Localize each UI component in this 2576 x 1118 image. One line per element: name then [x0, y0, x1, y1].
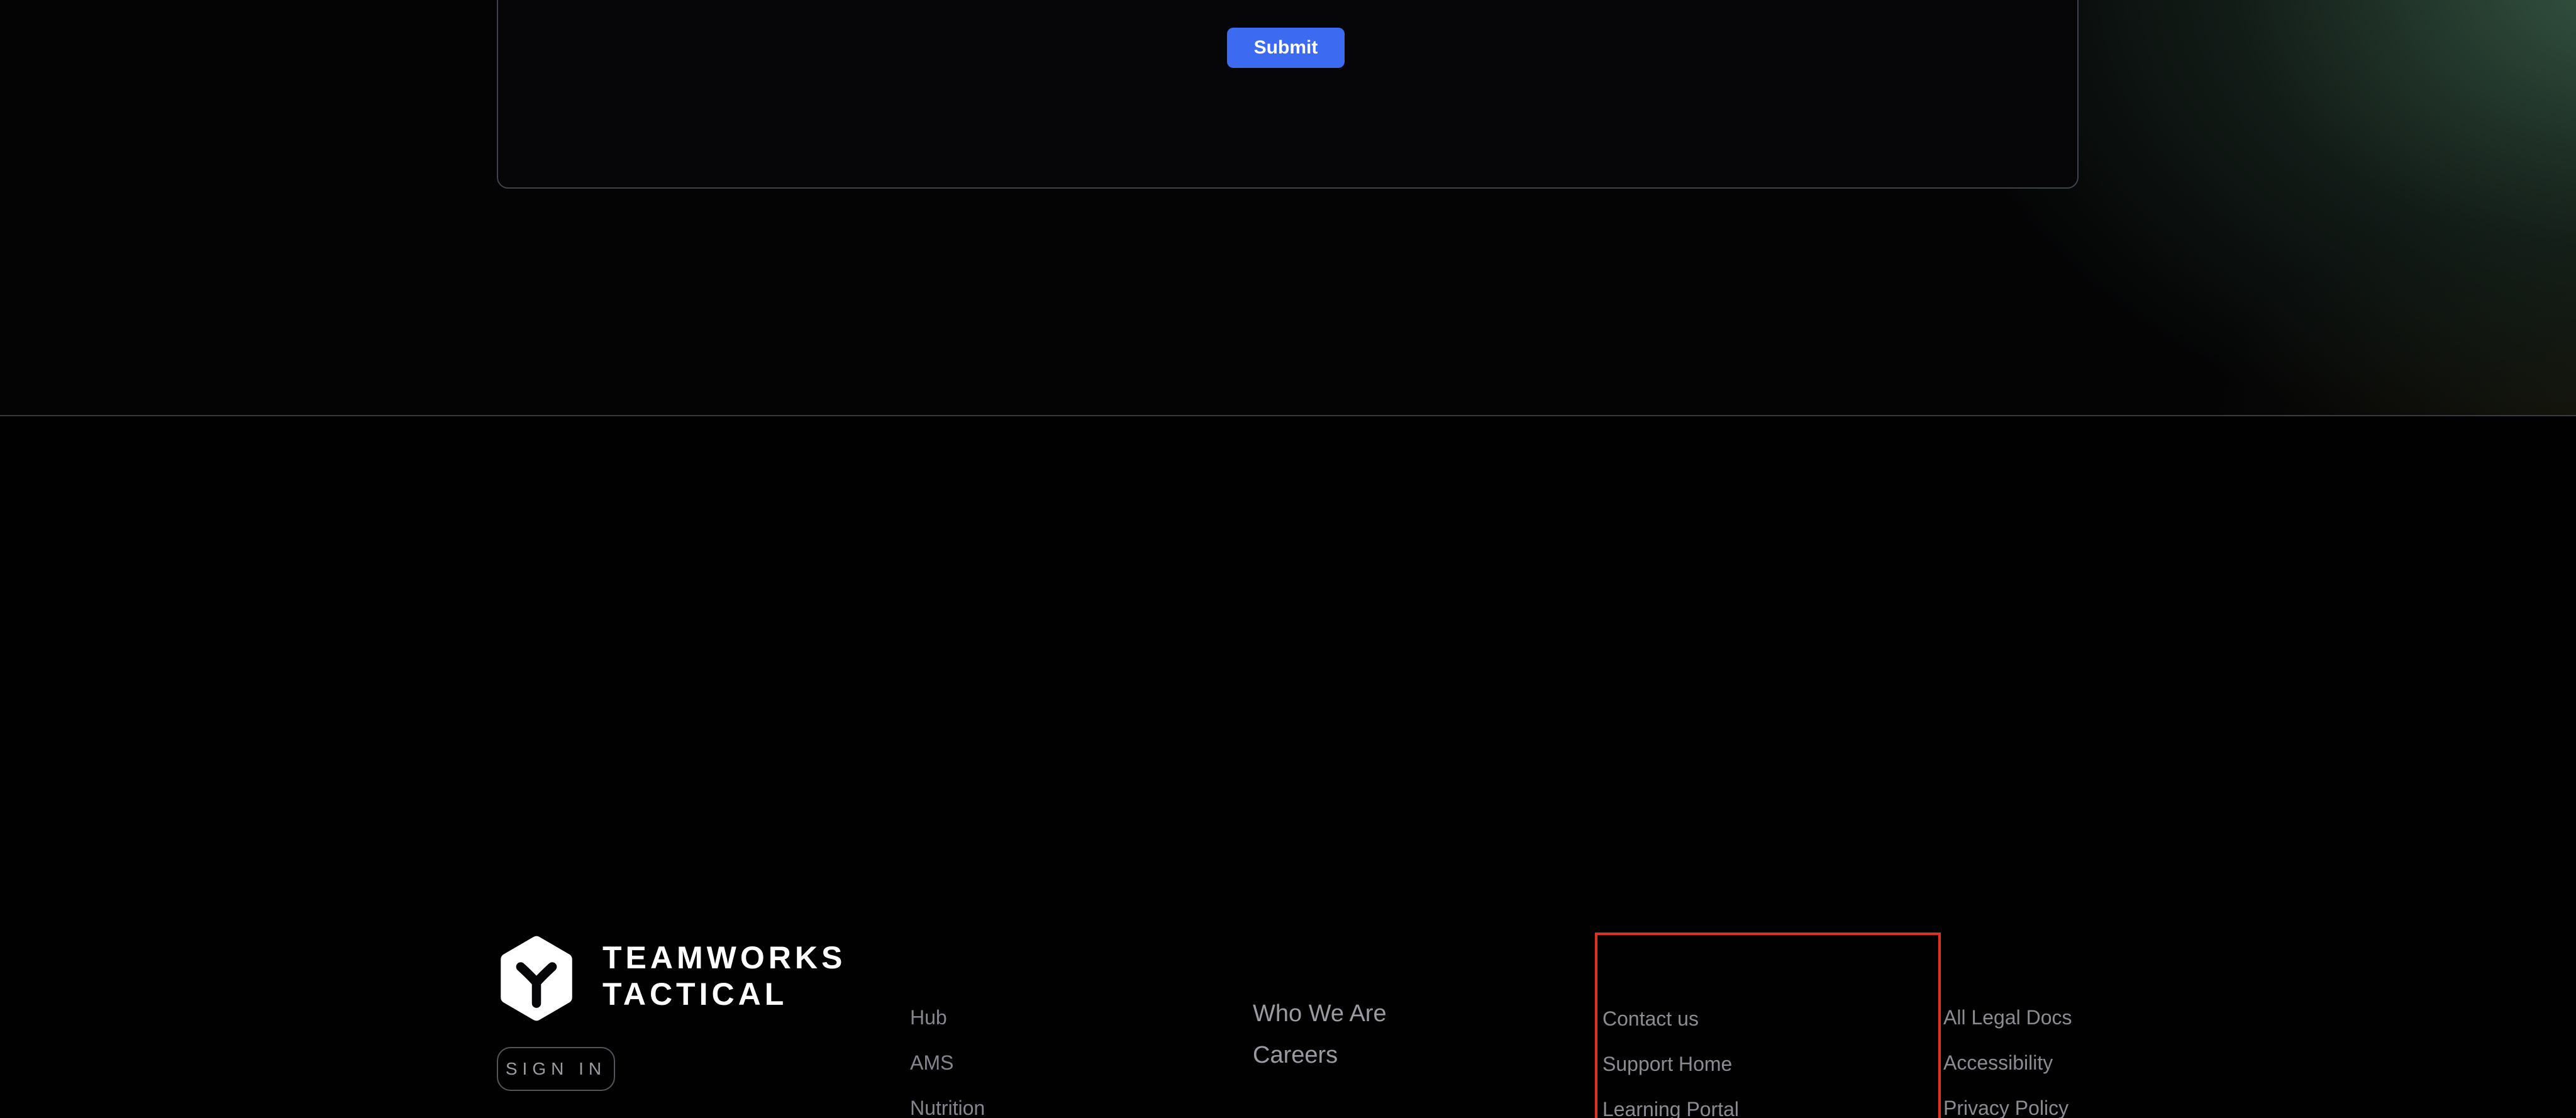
upper-section-background: Submit — [0, 0, 2576, 416]
footer-link-support-home[interactable]: Support Home — [1602, 1053, 1739, 1074]
footer-link-contact-us[interactable]: Contact us — [1602, 1007, 1739, 1029]
footer-link-hub[interactable]: Hub — [910, 1006, 985, 1027]
brand-wordmark-line2: TACTICAL — [602, 976, 846, 1012]
footer-link-privacy-policy[interactable]: Privacy Policy — [1943, 1097, 2072, 1118]
submit-button[interactable]: Submit — [1227, 28, 1345, 68]
footer-nav-support: Contact us Support Home Learning Portal … — [1602, 1007, 1739, 1118]
footer-link-nutrition[interactable]: Nutrition — [910, 1097, 985, 1118]
footer-nav-company: Who We Are Careers — [1253, 1000, 1387, 1083]
footer-link-who-we-are[interactable]: Who We Are — [1253, 1000, 1387, 1026]
brand-logo-hexagon-icon — [495, 934, 578, 1023]
footer-link-accessibility[interactable]: Accessibility — [1943, 1051, 2072, 1073]
sign-in-button[interactable]: SIGN IN — [497, 1047, 615, 1091]
brand-wordmark-line1: TEAMWORKS — [602, 939, 846, 976]
footer-link-ams[interactable]: AMS — [910, 1051, 985, 1073]
footer-link-learning-portal[interactable]: Learning Portal — [1602, 1098, 1739, 1118]
footer-link-all-legal-docs[interactable]: All Legal Docs — [1943, 1006, 2072, 1027]
page: Submit TEAMWORKS TACTICAL SIGN IN (202) … — [0, 0, 2576, 1118]
footer-nav-products: Hub AMS Nutrition — [910, 1006, 985, 1118]
brand-wordmark: TEAMWORKS TACTICAL — [602, 939, 846, 1012]
footer-link-careers[interactable]: Careers — [1253, 1042, 1387, 1067]
footer-nav-legal: All Legal Docs Accessibility Privacy Pol… — [1943, 1006, 2072, 1118]
footer: TEAMWORKS TACTICAL SIGN IN (202) 875-893… — [0, 416, 2576, 1118]
